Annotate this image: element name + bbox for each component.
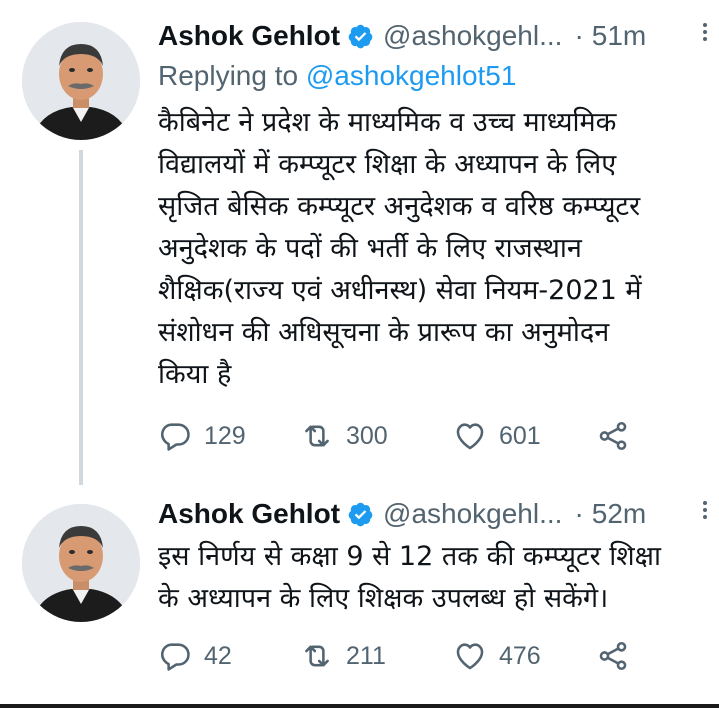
- separator-dot: ·: [574, 20, 584, 51]
- tweet-actions: 42 211 476: [158, 636, 698, 676]
- share-icon: [599, 421, 627, 451]
- timestamp[interactable]: 52m: [592, 498, 646, 530]
- like-count: 601: [499, 421, 541, 450]
- tweet-header: Ashok Gehlot @ashokgehl... · 52m: [158, 494, 719, 534]
- reply-count: 42: [204, 641, 232, 670]
- like-button[interactable]: 601: [453, 416, 541, 456]
- like-count: 476: [499, 641, 541, 670]
- timestamp[interactable]: 51m: [592, 20, 646, 52]
- verified-badge-icon: [347, 501, 374, 528]
- tweet-actions: 129 300 601: [158, 416, 698, 456]
- avatar[interactable]: [22, 22, 140, 140]
- avatar-image: [22, 504, 140, 622]
- share-icon: [599, 641, 627, 671]
- reply-icon: [160, 423, 190, 451]
- retweet-count: 300: [346, 421, 388, 450]
- tweet-text: इस निर्णय से कक्षा 9 से 12 तक की कम्प्यू…: [158, 541, 661, 614]
- author-name[interactable]: Ashok Gehlot: [158, 20, 340, 52]
- like-icon: [456, 423, 484, 450]
- reply-count: 129: [204, 421, 246, 450]
- avatar-image: [22, 22, 140, 140]
- author-handle[interactable]: @ashokgehl...: [383, 498, 562, 530]
- share-button[interactable]: [596, 636, 642, 676]
- replying-mention[interactable]: @ashokgehlot51: [306, 60, 517, 91]
- reply-icon: [160, 643, 190, 671]
- replying-prefix: Replying to: [158, 60, 299, 91]
- reply-button[interactable]: 42: [158, 636, 232, 676]
- tweet-2[interactable]: Ashok Gehlot @ashokgehl... · 52m इस निर्…: [0, 490, 719, 704]
- author-handle[interactable]: @ashokgehl...: [383, 20, 562, 52]
- more-icon[interactable]: [701, 498, 709, 528]
- like-icon: [456, 643, 484, 670]
- retweet-button[interactable]: 300: [300, 416, 388, 456]
- replying-to: Replying to @ashokgehlot51: [158, 60, 516, 92]
- retweet-button[interactable]: 211: [300, 636, 386, 676]
- tweet-1[interactable]: Ashok Gehlot @ashokgehl... · 51m Replyin…: [0, 0, 719, 490]
- separator-dot: ·: [574, 498, 584, 529]
- retweet-icon: [305, 425, 329, 447]
- share-button[interactable]: [596, 416, 642, 456]
- like-button[interactable]: 476: [453, 636, 541, 676]
- bottom-divider: [0, 704, 719, 708]
- author-name[interactable]: Ashok Gehlot: [158, 498, 340, 530]
- retweet-icon: [305, 645, 329, 667]
- tweet-header: Ashok Gehlot @ashokgehl... · 51m: [158, 16, 719, 56]
- avatar[interactable]: [22, 504, 140, 622]
- verified-badge-icon: [347, 23, 374, 50]
- tweet-text: कैबिनेट ने प्रदेश के माध्यमिक व उच्च माध…: [158, 107, 642, 390]
- more-icon[interactable]: [701, 20, 709, 50]
- reply-button[interactable]: 129: [158, 416, 246, 456]
- retweet-count: 211: [346, 641, 386, 670]
